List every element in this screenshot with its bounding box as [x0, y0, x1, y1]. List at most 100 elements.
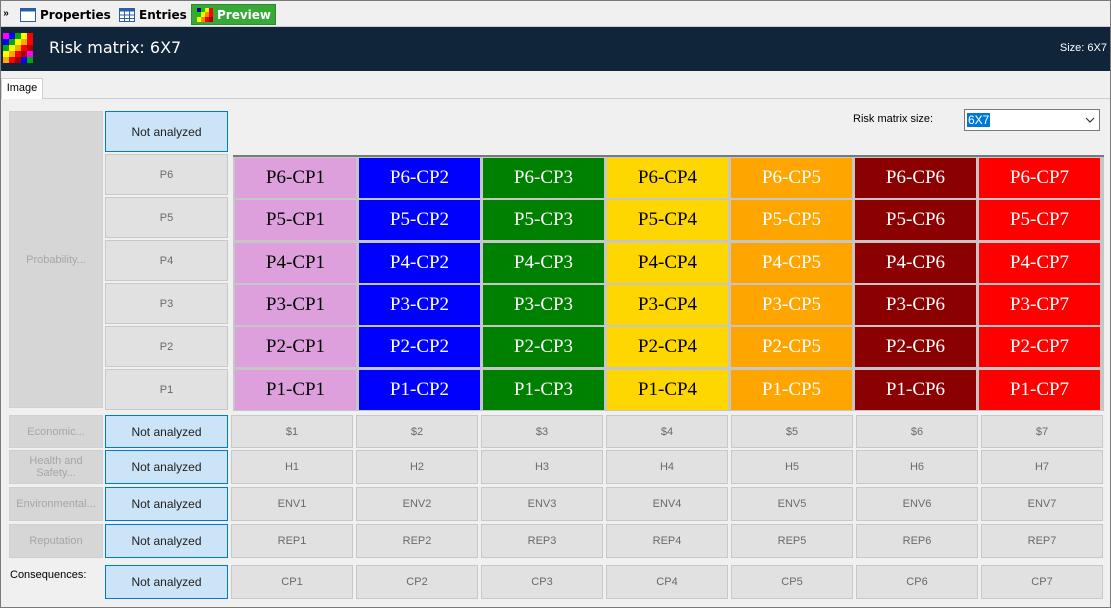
matrix-cell[interactable]: P6-CP7 — [979, 158, 1100, 198]
consequence-level-cp1[interactable]: CP1 — [231, 565, 353, 599]
matrix-cell[interactable]: P6-CP2 — [359, 158, 480, 198]
consequence-value-cell[interactable]: ENV2 — [356, 487, 478, 521]
consequence-category-label[interactable]: Health and Safety... — [9, 450, 103, 484]
matrix-cell[interactable]: P5-CP2 — [359, 200, 480, 241]
matrix-cell[interactable]: P4-CP2 — [359, 242, 480, 283]
tab-properties[interactable]: Properties — [14, 4, 111, 25]
consequence-value-cell[interactable]: H5 — [731, 450, 853, 484]
consequence-status-button[interactable]: Not analyzed — [105, 487, 228, 521]
matrix-cell[interactable]: P4-CP6 — [855, 242, 976, 283]
matrix-cell[interactable]: P3-CP3 — [483, 284, 604, 325]
consequence-level-cp3[interactable]: CP3 — [481, 565, 603, 599]
consequence-value-cell[interactable]: H2 — [356, 450, 478, 484]
consequence-value-cell[interactable]: ENV6 — [856, 487, 978, 521]
consequence-value-cell[interactable]: H3 — [481, 450, 603, 484]
probability-level-p1[interactable]: P1 — [105, 369, 228, 410]
consequence-value-cell[interactable]: ENV1 — [231, 487, 353, 521]
matrix-cell[interactable]: P4-CP7 — [979, 242, 1100, 283]
consequence-value-cell[interactable]: REP1 — [231, 524, 353, 558]
matrix-cell[interactable]: P5-CP4 — [607, 200, 728, 241]
matrix-size-select[interactable]: 6X7 — [964, 109, 1100, 131]
probability-label[interactable]: Probability... — [9, 111, 103, 408]
matrix-cell[interactable]: P6-CP4 — [607, 158, 728, 198]
matrix-cell[interactable]: P2-CP3 — [483, 327, 604, 368]
matrix-cell[interactable]: P3-CP6 — [855, 284, 976, 325]
consequence-value-cell[interactable]: REP6 — [856, 524, 978, 558]
consequence-value-cell[interactable]: $5 — [731, 415, 853, 448]
consequence-value-cell[interactable]: REP2 — [356, 524, 478, 558]
consequence-level-cp7[interactable]: CP7 — [981, 565, 1103, 599]
consequence-status-button[interactable]: Not analyzed — [105, 415, 228, 448]
collapse-chevron-icon[interactable]: » — [1, 4, 11, 24]
consequence-value-cell[interactable]: ENV4 — [606, 487, 728, 521]
consequence-value-cell[interactable]: H1 — [231, 450, 353, 484]
matrix-cell[interactable]: P2-CP5 — [731, 327, 852, 368]
consequence-value-cell[interactable]: $1 — [231, 415, 353, 448]
matrix-cell[interactable]: P5-CP3 — [483, 200, 604, 241]
matrix-cell[interactable]: P5-CP7 — [979, 200, 1100, 241]
matrix-cell[interactable]: P2-CP1 — [235, 327, 356, 368]
consequence-value-cell[interactable]: H6 — [856, 450, 978, 484]
matrix-cell[interactable]: P4-CP3 — [483, 242, 604, 283]
consequence-value-cell[interactable]: $2 — [356, 415, 478, 448]
consequence-value-cell[interactable]: H4 — [606, 450, 728, 484]
probability-level-p3[interactable]: P3 — [105, 283, 228, 324]
matrix-cell[interactable]: P4-CP1 — [235, 242, 356, 283]
tab-image[interactable]: Image — [1, 78, 43, 99]
matrix-cell[interactable]: P1-CP2 — [359, 369, 480, 410]
consequence-level-cp5[interactable]: CP5 — [731, 565, 853, 599]
probability-level-p6[interactable]: P6 — [105, 154, 228, 195]
matrix-cell[interactable]: P6-CP6 — [855, 158, 976, 198]
consequence-category-label[interactable]: Environmental... — [9, 487, 103, 521]
probability-level-p2[interactable]: P2 — [105, 326, 228, 367]
matrix-cell[interactable]: P6-CP5 — [731, 158, 852, 198]
matrix-cell[interactable]: P3-CP2 — [359, 284, 480, 325]
matrix-cell[interactable]: P3-CP1 — [235, 284, 356, 325]
matrix-cell[interactable]: P1-CP3 — [483, 369, 604, 410]
consequence-value-cell[interactable]: $3 — [481, 415, 603, 448]
matrix-cell[interactable]: P1-CP4 — [607, 369, 728, 410]
matrix-cell[interactable]: P5-CP1 — [235, 200, 356, 241]
consequence-value-cell[interactable]: ENV7 — [981, 487, 1103, 521]
matrix-cell[interactable]: P6-CP1 — [235, 158, 356, 198]
matrix-cell[interactable]: P1-CP6 — [855, 369, 976, 410]
consequence-status-button[interactable]: Not analyzed — [105, 450, 228, 484]
tab-preview[interactable]: Preview — [191, 4, 276, 25]
consequence-value-cell[interactable]: REP7 — [981, 524, 1103, 558]
consequence-value-cell[interactable]: H7 — [981, 450, 1103, 484]
consequence-status-button[interactable]: Not analyzed — [105, 524, 228, 558]
consequence-category-label[interactable]: Reputation — [9, 524, 103, 558]
consequence-value-cell[interactable]: $4 — [606, 415, 728, 448]
probability-level-p4[interactable]: P4 — [105, 240, 228, 281]
probability-level-p5[interactable]: P5 — [105, 197, 228, 238]
matrix-cell[interactable]: P6-CP3 — [483, 158, 604, 198]
matrix-cell[interactable]: P1-CP7 — [979, 369, 1100, 410]
matrix-cell[interactable]: P5-CP5 — [731, 200, 852, 241]
consequences-status-button[interactable]: Not analyzed — [105, 565, 228, 599]
consequence-level-cp6[interactable]: CP6 — [856, 565, 978, 599]
matrix-cell[interactable]: P4-CP4 — [607, 242, 728, 283]
matrix-cell[interactable]: P5-CP6 — [855, 200, 976, 241]
matrix-cell[interactable]: P3-CP4 — [607, 284, 728, 325]
tab-entries[interactable]: Entries — [113, 4, 187, 25]
matrix-cell[interactable]: P3-CP5 — [731, 284, 852, 325]
consequence-level-cp2[interactable]: CP2 — [356, 565, 478, 599]
matrix-cell[interactable]: P2-CP2 — [359, 327, 480, 368]
matrix-cell[interactable]: P2-CP7 — [979, 327, 1100, 368]
consequence-value-cell[interactable]: $7 — [981, 415, 1103, 448]
matrix-cell[interactable]: P2-CP6 — [855, 327, 976, 368]
consequence-value-cell[interactable]: REP5 — [731, 524, 853, 558]
matrix-cell[interactable]: P3-CP7 — [979, 284, 1100, 325]
consequence-category-label[interactable]: Economic... — [9, 415, 103, 448]
matrix-cell[interactable]: P1-CP1 — [235, 369, 356, 410]
matrix-cell[interactable]: P4-CP5 — [731, 242, 852, 283]
consequence-value-cell[interactable]: $6 — [856, 415, 978, 448]
consequence-value-cell[interactable]: ENV5 — [731, 487, 853, 521]
consequence-value-cell[interactable]: REP3 — [481, 524, 603, 558]
matrix-cell[interactable]: P1-CP5 — [731, 369, 852, 410]
probability-status-button[interactable]: Not analyzed — [105, 111, 228, 152]
consequence-value-cell[interactable]: REP4 — [606, 524, 728, 558]
matrix-cell[interactable]: P2-CP4 — [607, 327, 728, 368]
consequence-level-cp4[interactable]: CP4 — [606, 565, 728, 599]
consequence-value-cell[interactable]: ENV3 — [481, 487, 603, 521]
